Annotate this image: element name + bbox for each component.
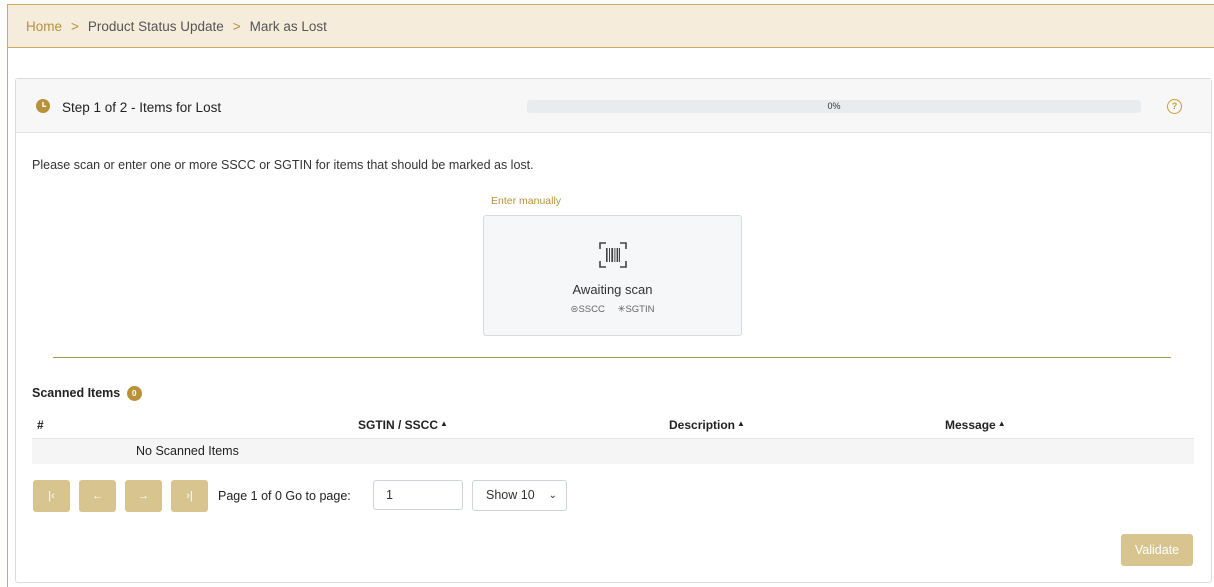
previous-page-button[interactable]: ← <box>79 480 116 512</box>
scan-status: Awaiting scan <box>572 282 653 297</box>
breadcrumb-home[interactable]: Home <box>26 19 62 34</box>
table-header: # SGTIN / SSCC ▲ Description ▲ Message ▲ <box>32 408 1194 439</box>
barcode-scan-icon <box>599 242 627 268</box>
first-page-button[interactable]: |‹ <box>33 480 70 512</box>
go-to-page-input[interactable]: 1 <box>373 480 463 510</box>
sort-up-icon: ▲ <box>737 419 745 428</box>
next-page-button[interactable]: → <box>125 480 162 512</box>
clock-icon <box>36 99 50 113</box>
scan-types: ⊜SSCC ✳SGTIN <box>484 304 741 315</box>
progress-text: 0% <box>827 101 841 111</box>
column-header-sgtin-sscc[interactable]: SGTIN / SSCC ▲ <box>358 418 448 432</box>
sgtin-type-label: ✳SGTIN <box>617 304 655 315</box>
empty-table-message: No Scanned Items <box>136 444 239 458</box>
breadcrumb-separator: > <box>232 18 241 34</box>
sscc-type-label: ⊜SSCC <box>570 304 605 315</box>
last-page-button[interactable]: ›| <box>171 480 208 512</box>
progress-bar: 0% <box>527 100 1141 113</box>
scan-area[interactable]: Awaiting scan ⊜SSCC ✳SGTIN <box>483 215 742 336</box>
column-header-description[interactable]: Description ▲ <box>669 418 745 432</box>
sort-up-icon: ▲ <box>997 419 1006 428</box>
column-label: SGTIN / SSCC <box>358 418 439 432</box>
scanned-items-table: # SGTIN / SSCC ▲ Description ▲ Message ▲ No… <box>32 408 1194 464</box>
column-label: Message <box>945 418 996 432</box>
breadcrumb-product-status-update[interactable]: Product Status Update <box>88 19 224 34</box>
scanned-items-title: Scanned Items <box>32 386 121 400</box>
scanned-count-badge: 0 <box>126 386 142 401</box>
chevron-down-icon: ⌄ <box>548 490 557 501</box>
step-title: Step 1 of 2 - Items for Lost <box>62 100 222 115</box>
step-header: Step 1 of 2 - Items for Lost 0% ? <box>16 79 1211 133</box>
sort-up-icon: ▲ <box>440 419 448 428</box>
scan-instructions: Please scan or enter one or more SSCC or… <box>32 158 534 172</box>
table-row: No Scanned Items <box>32 439 1194 464</box>
column-header-number: # <box>37 418 44 432</box>
breadcrumb-separator: > <box>71 18 79 34</box>
breadcrumb: Home > Product Status Update > Mark as L… <box>8 5 1214 48</box>
page-size-value: Show 10 <box>486 488 535 502</box>
breadcrumb-current: Mark as Lost <box>249 18 327 34</box>
page-info: Page 1 of 0 Go to page: <box>218 489 351 503</box>
scanned-items-heading: Scanned Items 0 <box>32 386 142 401</box>
validate-button[interactable]: Validate <box>1121 534 1193 566</box>
column-header-message[interactable]: Message ▲ <box>945 418 1006 432</box>
page-size-select[interactable]: Show 10 ⌄ <box>472 480 567 511</box>
section-divider <box>53 357 1171 358</box>
enter-manually-link[interactable]: Enter manually <box>491 195 561 207</box>
step-card: Step 1 of 2 - Items for Lost 0% ? Please… <box>15 78 1212 583</box>
help-icon[interactable]: ? <box>1167 99 1182 114</box>
column-label: Description <box>669 418 736 432</box>
